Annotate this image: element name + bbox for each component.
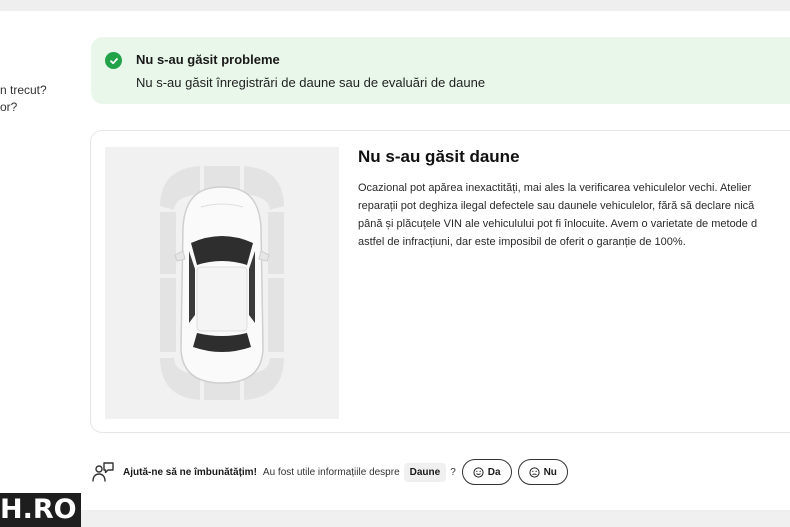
alert-description: Nu s-au găsit înregistrări de daune sau …: [136, 75, 486, 90]
damage-card: Nu s-au găsit daune Ocazional pot apărea…: [90, 130, 790, 433]
check-circle-icon: [105, 52, 122, 69]
left-column-line-1: n trecut?: [0, 83, 47, 97]
no-problems-alert: Nu s-au găsit probleme Nu s-au găsit înr…: [91, 37, 790, 104]
no-button[interactable]: Nu: [517, 459, 568, 485]
yes-button[interactable]: Da: [461, 459, 512, 485]
smile-icon: [473, 466, 484, 478]
feedback-person-icon: [91, 460, 115, 484]
yes-button-label: Da: [487, 466, 501, 478]
car-damage-diagram: [105, 147, 339, 419]
car-top-view-icon: [157, 163, 287, 403]
brand-logo-text: H.RO: [0, 493, 81, 527]
feedback-topic-chip: Daune: [403, 462, 447, 482]
feedback-bar: Ajută-ne să ne îmbunătățim! Au fost util…: [91, 458, 790, 486]
damage-heading: Nu s-au găsit daune: [358, 147, 520, 166]
feedback-question-mark: ?: [450, 466, 456, 478]
top-bar: [0, 0, 790, 11]
feedback-question: Au fost utile informațiile despre: [262, 466, 400, 478]
frown-icon: [528, 466, 540, 478]
left-column-text: n trecut? or?: [0, 82, 47, 116]
no-button-label: Nu: [543, 466, 557, 478]
damage-description-line: astfel de infracțiuni, dar este imposibi…: [358, 236, 686, 248]
damage-description-line: până și plăcuțele VIN ale vehiculului po…: [358, 218, 758, 230]
alert-title: Nu s-au găsit probleme: [136, 52, 280, 67]
damage-description-line: Ocazional pot apărea inexactități, mai a…: [358, 182, 752, 194]
bottom-bar: [0, 510, 790, 527]
feedback-prompt: Ajută-ne să ne îmbunătățim!: [123, 466, 257, 478]
damage-description-line: reparații pot deghiza ilegal defectele s…: [358, 200, 755, 212]
left-column-line-2: or?: [0, 100, 18, 114]
damage-description: Ocazional pot apărea inexactități, mai a…: [358, 179, 790, 251]
